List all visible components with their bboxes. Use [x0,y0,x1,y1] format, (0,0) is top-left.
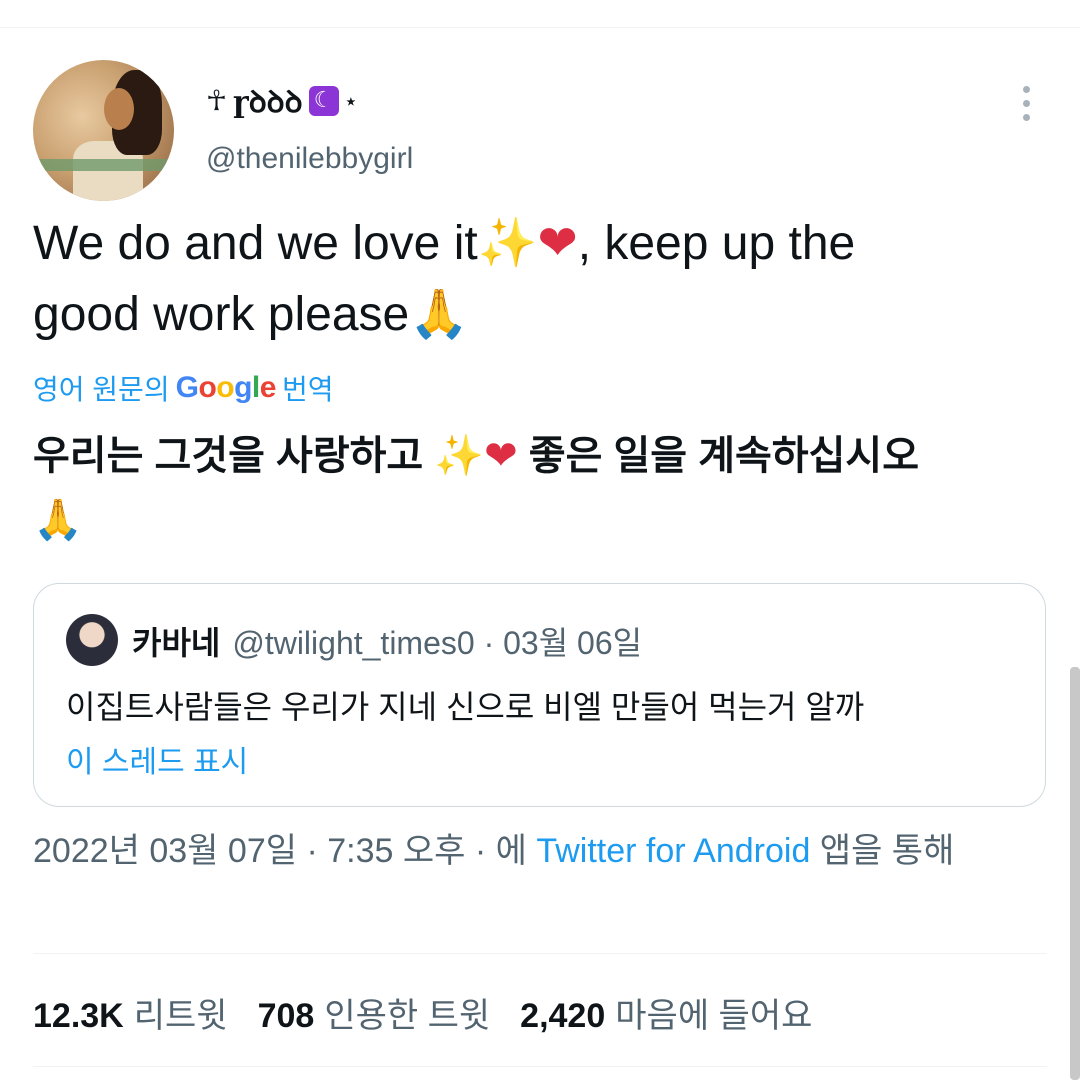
quoted-tweet-header: 카바네 @twilight_times0 · 03월 06일 [132,618,642,664]
sparkles-icon: ✨ [434,433,485,479]
show-thread-link[interactable]: 이 스레드 표시 [66,737,248,781]
translate-suffix: 번역 [281,374,334,405]
source-link[interactable]: Twitter for Android [536,832,810,870]
translated-text: 우리는 그것을 사랑하고 ✨❤ 좋은 일을 계속하십시오 🙏 [33,424,1043,552]
quote-label: 인용한 트윗 [324,997,491,1035]
tweet-stats: 12.3K 리트윗 708 인용한 트윗 2,420 마음에 들어요 [33,988,812,1037]
display-name-text: ɼꝺꝺꝺ [232,85,303,120]
retweet-label: 리트윗 [133,997,228,1035]
like-label: 마음에 들어요 [615,997,813,1035]
translate-link[interactable]: 영어 원문의 Google 번역 [33,368,333,408]
tweet-text-part: good work please [33,288,410,341]
timestamp-suffix: 앱을 통해 [810,832,955,870]
likes-stat[interactable]: 2,420 마음에 들어요 [520,988,812,1037]
quoted-tweet-text: 이집트사람들은 우리가 지네 신으로 비엘 만들어 먹는거 알까 [66,689,865,725]
tweet-detail-page: ☥ ɼꝺꝺꝺ ☾ ⋆ @thenilebbygirl We do and we … [0,0,1080,1080]
translate-prefix: 영어 원문의 [33,374,170,405]
more-options-icon[interactable] [1018,86,1036,122]
tweet-text-part: , keep up the [577,217,856,270]
heart-icon: ❤ [484,433,518,479]
author-handle[interactable]: @thenilebbygirl [206,142,413,176]
praying-hands-icon: 🙏 [33,497,83,543]
quote-count: 708 [257,997,315,1035]
quoted-tweet-card[interactable]: 카바네 @twilight_times0 · 03월 06일 이집트사람들은 우… [33,583,1046,807]
author-avatar[interactable] [33,60,174,201]
star-icon: ⋆ [344,88,358,113]
like-count: 2,420 [520,997,606,1035]
scrollbar[interactable] [1070,667,1080,1080]
translated-text-part: 우리는 그것을 사랑하고 [33,434,435,478]
tweet-text: We do and we love it✨❤, keep up the good… [33,208,1033,350]
heart-icon: ❤ [537,215,578,271]
quoted-tweet-meta: @twilight_times0 · 03월 06일 [232,625,643,661]
sparkles-icon: ✨ [477,215,538,271]
praying-hands-icon: 🙏 [409,286,470,342]
retweet-count: 12.3K [33,997,124,1035]
tweet-timestamp: 2022년 03월 07일 · 7:35 오후 · 에 Twitter for … [33,826,1043,876]
translated-text-part: 좋은 일을 계속하십시오 [517,434,920,478]
timestamp-date[interactable]: 2022년 03월 07일 · 7:35 오후 · 에 [33,832,536,870]
avatar-face [104,88,134,130]
ankh-icon: ☥ [206,84,227,117]
quoted-author-name[interactable]: 카바네 [132,618,220,664]
retweets-stat[interactable]: 12.3K 리트윗 [33,988,228,1037]
moon-icon: ☾ [308,85,339,116]
bottom-divider [33,1066,1047,1067]
avatar-band [33,159,174,171]
google-logo: Google [175,371,277,404]
top-divider [0,27,1080,28]
quoted-author-avatar[interactable] [66,614,118,666]
tweet-text-part: We do and we love it [33,217,478,270]
stats-divider [33,953,1047,954]
author-display-name[interactable]: ☥ ɼꝺꝺꝺ ☾ ⋆ [206,80,357,121]
quotes-stat[interactable]: 708 인용한 트윗 [258,988,491,1037]
